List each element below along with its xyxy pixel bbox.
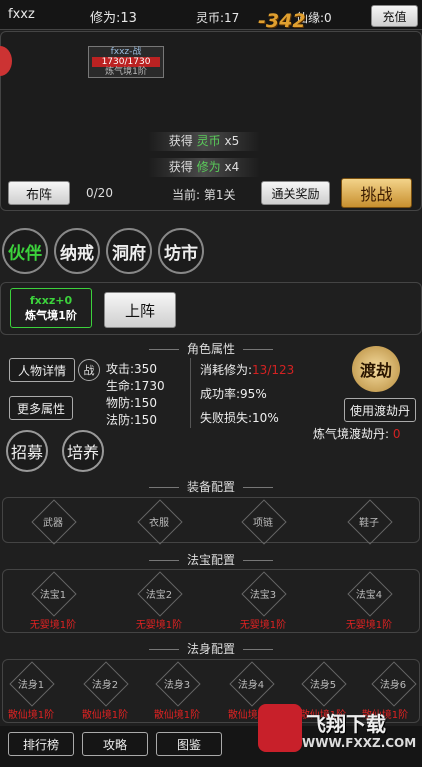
slot-label: 项链 [253, 517, 273, 529]
current-stage: 当前: 第1关 [172, 188, 236, 202]
pill-count: 0 [392, 427, 401, 441]
use-pill-button[interactable]: 使用渡劫丹 [344, 398, 416, 422]
train-button[interactable]: 培养 [62, 430, 104, 472]
treasure-req-2: 无婴境1阶 [135, 620, 183, 631]
watermark-text: 飞翔下载 [306, 712, 386, 736]
cost-value: 13/123 [252, 363, 295, 377]
gain-line-1: 获得 灵币 x5 [148, 132, 260, 151]
slot-label: 法宝4 [355, 589, 383, 601]
gain-prefix: 获得 [168, 160, 193, 174]
recharge-button[interactable]: 充值 [371, 5, 418, 27]
bottom-bar: 排行榜 攻略 图鉴 飞翔下载 WWW.FXXZ.COM [0, 704, 422, 767]
treasure-slot-2[interactable]: 法宝2 [138, 572, 180, 614]
slot-label: 法身3 [163, 679, 191, 691]
slot-label: 法身5 [309, 679, 337, 691]
pill-label: 炼气境渡劫丹: [313, 427, 390, 441]
equip-slot-clothes[interactable]: 衣服 [138, 500, 180, 542]
gain-amount: x5 [224, 134, 240, 148]
fail-loss: 失败损失:10% [200, 411, 279, 425]
pill-count-line: 炼气境渡劫丹: 0 [313, 425, 401, 442]
body-slot-4[interactable]: 法身4 [230, 662, 272, 704]
treasure-slot-3[interactable]: 法宝3 [242, 572, 284, 614]
partner-card[interactable]: fxxz+0 炼气境1阶 [10, 288, 92, 328]
slot-label: 法宝2 [145, 589, 173, 601]
tab-market[interactable]: 坊市 [158, 228, 204, 274]
body-req-2: 散仙境1阶 [81, 710, 129, 721]
equip-slot-shoes[interactable]: 鞋子 [348, 500, 390, 542]
unit-name: fxxz-战 [110, 47, 142, 57]
slot-label: 武器 [43, 517, 63, 529]
formation-button[interactable]: 布阵 [8, 181, 70, 205]
treasure-title: 法宝配置 [0, 551, 422, 568]
unit-hp: 1730/1730 [92, 57, 160, 67]
treasure-slot-1[interactable]: 法宝1 [32, 572, 74, 614]
attr-divider [190, 358, 191, 428]
pdef-stat: 物防:150 [106, 396, 157, 410]
treasure-req-1: 无婴境1阶 [29, 620, 77, 631]
slot-label: 鞋子 [359, 517, 379, 529]
deploy-button[interactable]: 上阵 [104, 292, 176, 328]
battle-badge[interactable]: 战 [78, 359, 100, 381]
slot-label: 衣服 [149, 517, 169, 529]
cultivation-stat: 修为:13 [90, 11, 137, 26]
challenge-button[interactable]: 挑战 [341, 178, 412, 208]
partner-realm: 炼气境1阶 [25, 309, 77, 322]
recruit-button[interactable]: 招募 [6, 430, 48, 472]
gain-amount: x4 [224, 160, 240, 174]
gain-item: 灵币 [196, 134, 221, 148]
game-screen: fxxz 修为:13 灵币:17 仙缘:0 充值 -342 fxxz-战 173… [0, 0, 422, 767]
tab-partner[interactable]: 伙伴 [2, 228, 48, 274]
body-slot-3[interactable]: 法身3 [156, 662, 198, 704]
unit-card[interactable]: fxxz-战 1730/1730 炼气境1阶 [88, 46, 164, 78]
equip-slot-necklace[interactable]: 项链 [242, 500, 284, 542]
body-slot-6[interactable]: 法身6 [372, 662, 414, 704]
gain-line-2: 获得 修为 x4 [148, 158, 260, 177]
mdef-stat: 法防:150 [106, 413, 157, 427]
body-req-3: 散仙境1阶 [153, 710, 201, 721]
tab-ring[interactable]: 纳戒 [54, 228, 100, 274]
treasure-req-4: 无婴境1阶 [345, 620, 393, 631]
watermark-logo-icon [258, 704, 302, 752]
ranking-button[interactable]: 排行榜 [8, 732, 74, 756]
stage-reward-button[interactable]: 通关奖励 [261, 181, 330, 205]
slot-label: 法宝3 [249, 589, 277, 601]
formation-count: 0/20 [86, 186, 113, 200]
body-slot-1[interactable]: 法身1 [10, 662, 52, 704]
slot-label: 法身1 [17, 679, 45, 691]
body-title: 法身配置 [0, 640, 422, 657]
equip-title: 装备配置 [0, 478, 422, 495]
hp-stat: 生命:1730 [106, 379, 165, 393]
body-slot-5[interactable]: 法身5 [302, 662, 344, 704]
slot-label: 法身4 [237, 679, 265, 691]
top-bar: fxxz 修为:13 灵币:17 仙缘:0 充值 [0, 0, 422, 30]
atlas-button[interactable]: 图鉴 [156, 732, 222, 756]
treasure-req-3: 无婴境1阶 [239, 620, 287, 631]
watermark-url: WWW.FXXZ.COM [302, 736, 417, 750]
unit-realm: 炼气境1阶 [105, 67, 147, 77]
gain-prefix: 获得 [168, 134, 193, 148]
cost-stat: 消耗修为:13/123 [200, 361, 294, 378]
character-detail-button[interactable]: 人物详情 [9, 358, 75, 382]
guide-button[interactable]: 攻略 [82, 732, 148, 756]
slot-label: 法宝1 [39, 589, 67, 601]
tribulation-icon[interactable]: 渡劫 [352, 346, 400, 392]
treasure-slot-4[interactable]: 法宝4 [348, 572, 390, 614]
tab-cave[interactable]: 洞府 [106, 228, 152, 274]
body-slot-2[interactable]: 法身2 [84, 662, 126, 704]
spirit-coin-stat: 灵币:17 [196, 11, 240, 25]
slot-label: 法身2 [91, 679, 119, 691]
success-rate: 成功率:95% [200, 387, 267, 401]
cost-label: 消耗修为: [200, 363, 253, 377]
equip-slot-weapon[interactable]: 武器 [32, 500, 74, 542]
partner-name: fxxz+0 [29, 294, 73, 307]
more-attributes-button[interactable]: 更多属性 [9, 396, 73, 420]
slot-label: 法身6 [379, 679, 407, 691]
body-req-1: 散仙境1阶 [7, 710, 55, 721]
damage-number: -342 [258, 10, 306, 32]
player-name: fxxz [8, 7, 35, 22]
attack-stat: 攻击:350 [106, 362, 157, 376]
gain-item: 修为 [196, 160, 221, 174]
